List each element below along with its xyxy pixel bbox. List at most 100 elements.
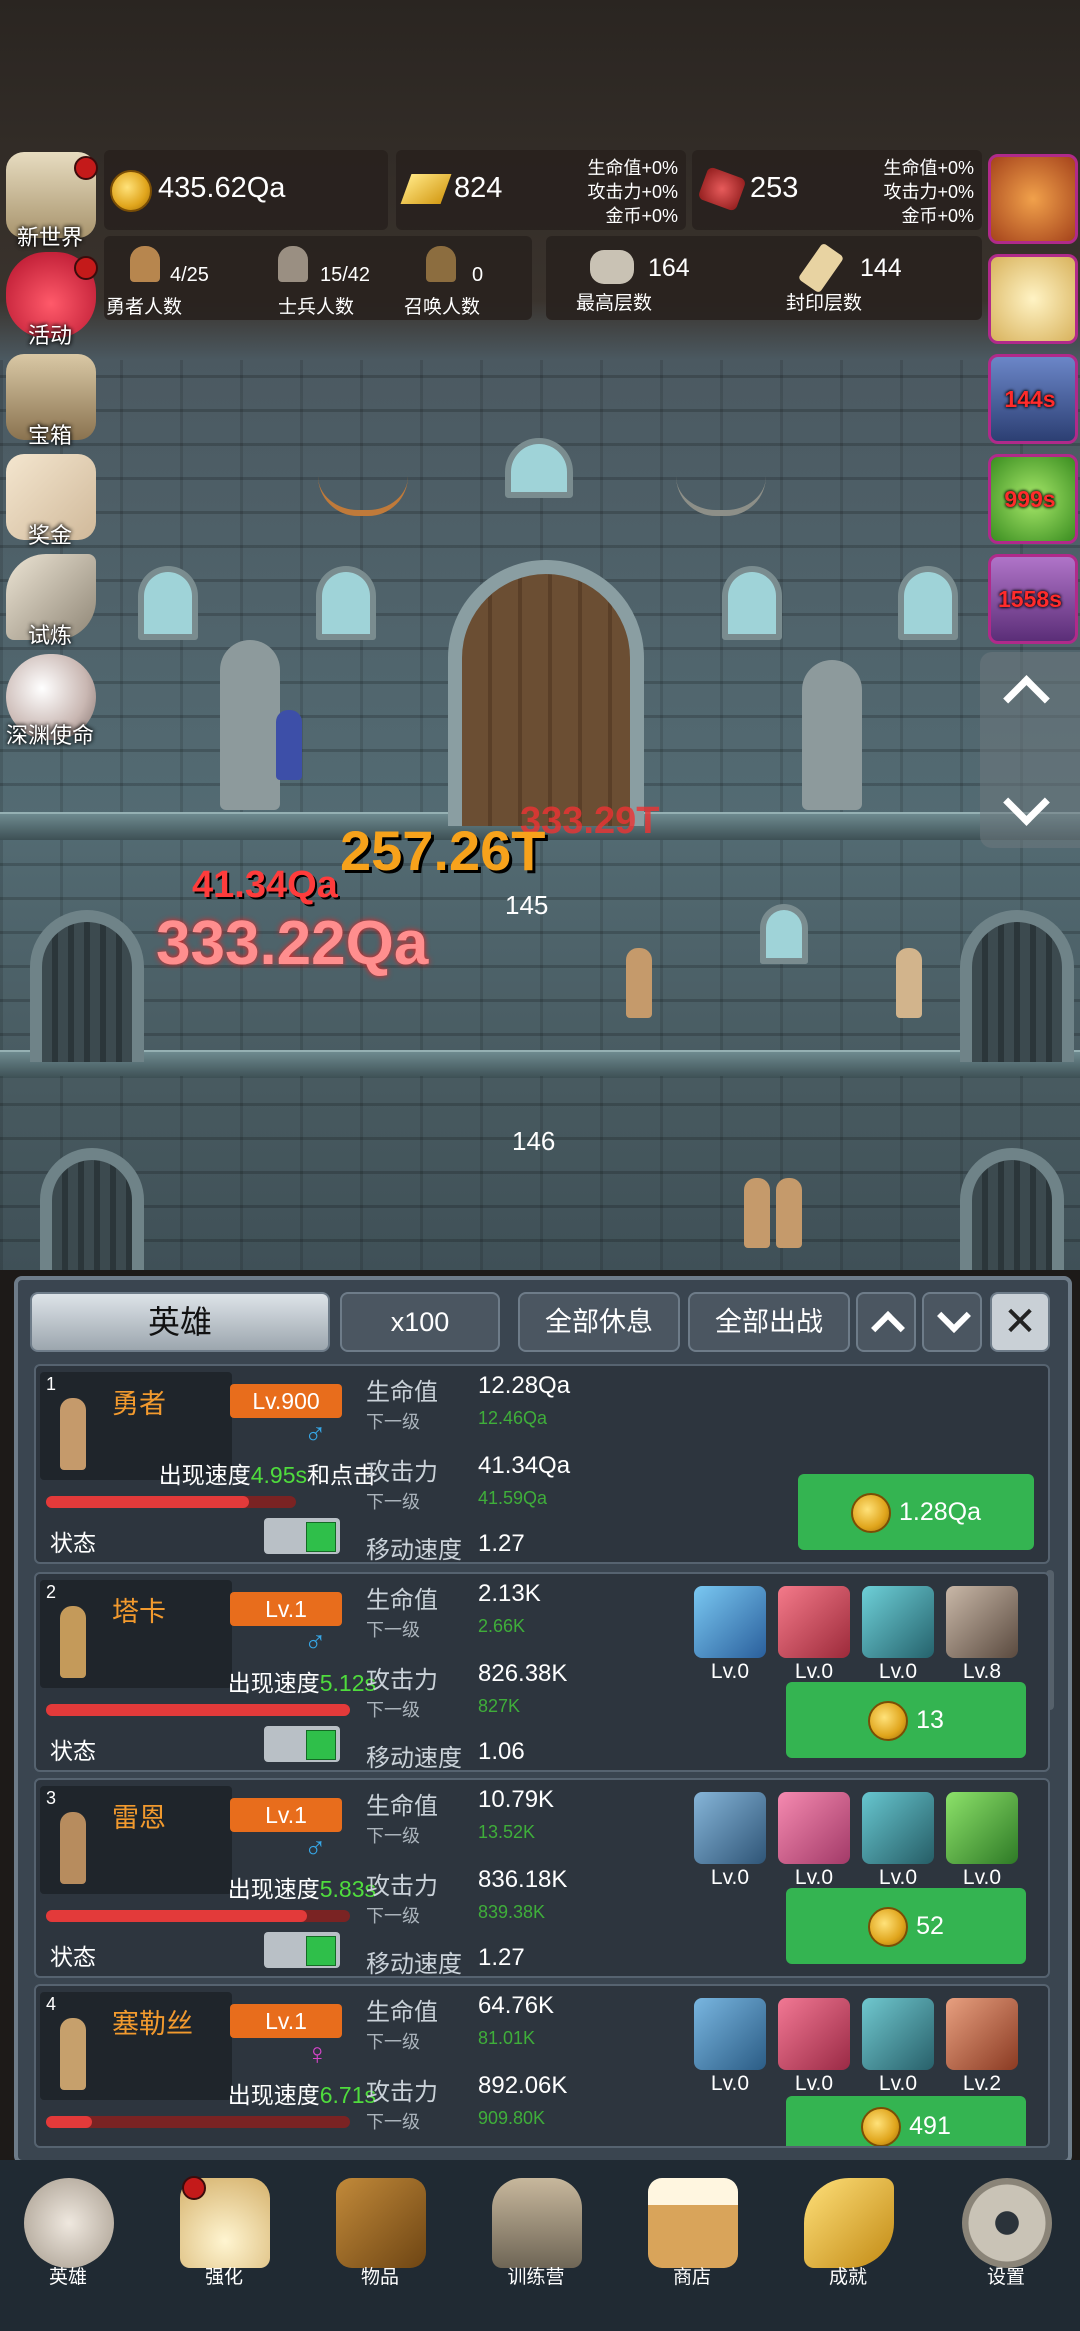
hero-level: Lv.1 xyxy=(230,2004,342,2038)
atk-label: 攻击力 xyxy=(366,2079,438,2106)
nav-label: 设置 xyxy=(986,2267,1025,2288)
male-icon: ♂ xyxy=(304,1832,327,1865)
gem-resource: 253 生命值+0% 攻击力+0% 金币+0% xyxy=(692,150,982,230)
status-label: 状态 xyxy=(50,1738,96,1764)
status-toggle[interactable] xyxy=(264,1932,340,1968)
hero-name: 塞勒丝 xyxy=(112,2009,193,2039)
next-level-label: 下一级 xyxy=(366,2032,420,2052)
fight-all-button[interactable]: 全部出战 xyxy=(688,1292,850,1352)
pickaxe-skill-icon[interactable] xyxy=(946,1586,1018,1658)
hero-card: 1 勇者 Lv.900 ♂ 出现速度4.95s和点击 状态 生命值 12.28Q… xyxy=(34,1364,1050,1564)
pumpkin-event-button[interactable] xyxy=(988,154,1078,244)
status-label: 状态 xyxy=(50,1530,96,1556)
hero-name: 雷恩 xyxy=(112,1803,166,1833)
gem-bonus: 生命值+0% 攻击力+0% 金币+0% xyxy=(883,158,974,226)
hero-level: Lv.1 xyxy=(230,1592,342,1626)
hero-count-label: 勇者人数 xyxy=(106,297,183,318)
shield-skill-icon[interactable] xyxy=(694,1586,766,1658)
hero-card: 4 塞勒丝 Lv.1 ♀ 出现速度6.71s 生命值 64.76K 下一级 81… xyxy=(34,1984,1050,2148)
arched-gate xyxy=(960,1148,1064,1270)
move-value: 1.27 xyxy=(478,1530,525,1557)
gold-coin-icon xyxy=(861,2107,902,2146)
window xyxy=(760,904,808,964)
notification-dot xyxy=(74,256,98,280)
summon-count-icon xyxy=(426,246,456,282)
boots-skill-icon[interactable] xyxy=(862,1586,934,1658)
hp-next-value: 81.01K xyxy=(478,2028,536,2048)
rest-all-button[interactable]: 全部休息 xyxy=(518,1292,680,1352)
next-level-label: 下一级 xyxy=(366,2112,420,2132)
nav-label: 强化 xyxy=(204,2267,243,2288)
side-menu-label: 宝箱 xyxy=(27,423,72,448)
upgrade-button[interactable]: 13 xyxy=(786,1682,1026,1758)
skill-level: Lv.0 xyxy=(710,1660,750,1683)
staff-skill-icon[interactable] xyxy=(946,1998,1018,2070)
close-icon[interactable]: ✕ xyxy=(990,1292,1050,1352)
gear-icon xyxy=(962,2178,1052,2268)
boost-timer: 1558s xyxy=(998,586,1062,612)
skill-level: Lv.0 xyxy=(878,2072,918,2095)
atk-value: 892.06K xyxy=(478,2072,568,2099)
status-toggle[interactable] xyxy=(264,1518,340,1554)
skeleton-enemy xyxy=(896,948,922,1018)
sort-up-button[interactable] xyxy=(856,1292,916,1352)
tab-heroes[interactable]: 英雄 xyxy=(30,1292,330,1352)
max-floor-value: 164 xyxy=(648,254,690,282)
window xyxy=(316,566,376,640)
boots-skill-icon[interactable] xyxy=(862,1998,934,2070)
serpent-skill-icon[interactable] xyxy=(946,1792,1018,1864)
knight-statue xyxy=(802,660,862,810)
upgrade-button[interactable]: 491 xyxy=(786,2096,1026,2146)
atk-next-value: 839.38K xyxy=(478,1902,546,1922)
unit-counts: 4/25 勇者人数 15/42 士兵人数 0 召唤人数 xyxy=(104,236,532,320)
scroll-down-icon[interactable] xyxy=(1003,779,1050,826)
skill-level: Lv.0 xyxy=(710,2072,750,2095)
status-toggle[interactable] xyxy=(264,1726,340,1762)
nav-label: 成就 xyxy=(828,2267,867,2288)
next-level-label: 下一级 xyxy=(366,1412,420,1432)
hero-character xyxy=(626,948,652,1018)
soldier-count-icon xyxy=(278,246,308,282)
side-menu-label: 奖金 xyxy=(27,523,72,548)
spawn-speed: 出现速度6.71s xyxy=(227,2082,376,2108)
axe-skill-icon[interactable] xyxy=(778,1586,850,1658)
skill-level: Lv.8 xyxy=(962,1660,1002,1683)
next-level-label: 下一级 xyxy=(366,1620,420,1640)
nav-label: 英雄 xyxy=(48,2267,87,2288)
skill-level: Lv.2 xyxy=(962,2072,1002,2095)
gold-resource: 435.62Qa xyxy=(104,150,388,230)
hp-value: 64.76K xyxy=(478,1992,555,2019)
sort-down-button[interactable] xyxy=(922,1292,982,1352)
shield-skill-icon[interactable] xyxy=(694,1792,766,1864)
mug-icon xyxy=(648,2178,738,2268)
side-menu-label: 新世界 xyxy=(16,225,83,250)
multiplier-button[interactable]: x100 xyxy=(340,1292,500,1352)
window xyxy=(505,438,573,498)
chevron-up-icon xyxy=(871,1311,905,1345)
boots-skill-icon[interactable] xyxy=(862,1792,934,1864)
hero-count-value: 4/25 xyxy=(170,264,209,286)
window xyxy=(138,566,198,640)
atk-label: 攻击力 xyxy=(366,1667,438,1694)
skill-level: Lv.0 xyxy=(794,2072,834,2095)
damage-number: 257.26T xyxy=(340,819,546,882)
scroll-up-icon[interactable] xyxy=(1003,675,1050,722)
soldier-count-label: 士兵人数 xyxy=(278,297,355,318)
hp-label: 生命值 xyxy=(366,1793,438,1820)
upgrade-button[interactable]: 52 xyxy=(786,1888,1026,1964)
castle-door xyxy=(448,560,644,826)
book-icon xyxy=(336,2178,426,2268)
hero-index: 1 xyxy=(46,1374,57,1394)
gold-coin-icon xyxy=(850,1493,891,1534)
upgrade-button[interactable]: 1.28Qa xyxy=(798,1474,1034,1550)
floor-number: 145 xyxy=(505,890,549,920)
spawn-speed: 出现速度5.12s xyxy=(227,1670,376,1696)
hero-card: 3 雷恩 Lv.1 ♂ 出现速度5.83s 状态 生命值 10.79K 下一级 … xyxy=(34,1778,1050,1978)
atk-next-value: 827K xyxy=(478,1696,521,1716)
sword-skill-icon[interactable] xyxy=(778,1792,850,1864)
boost-timer: 144s xyxy=(1004,386,1056,412)
claw-skill-icon[interactable] xyxy=(778,1998,850,2070)
floor-scroll-control xyxy=(980,652,1080,848)
star-shield-skill-icon[interactable] xyxy=(694,1998,766,2070)
candle-boost-button[interactable] xyxy=(988,254,1078,344)
